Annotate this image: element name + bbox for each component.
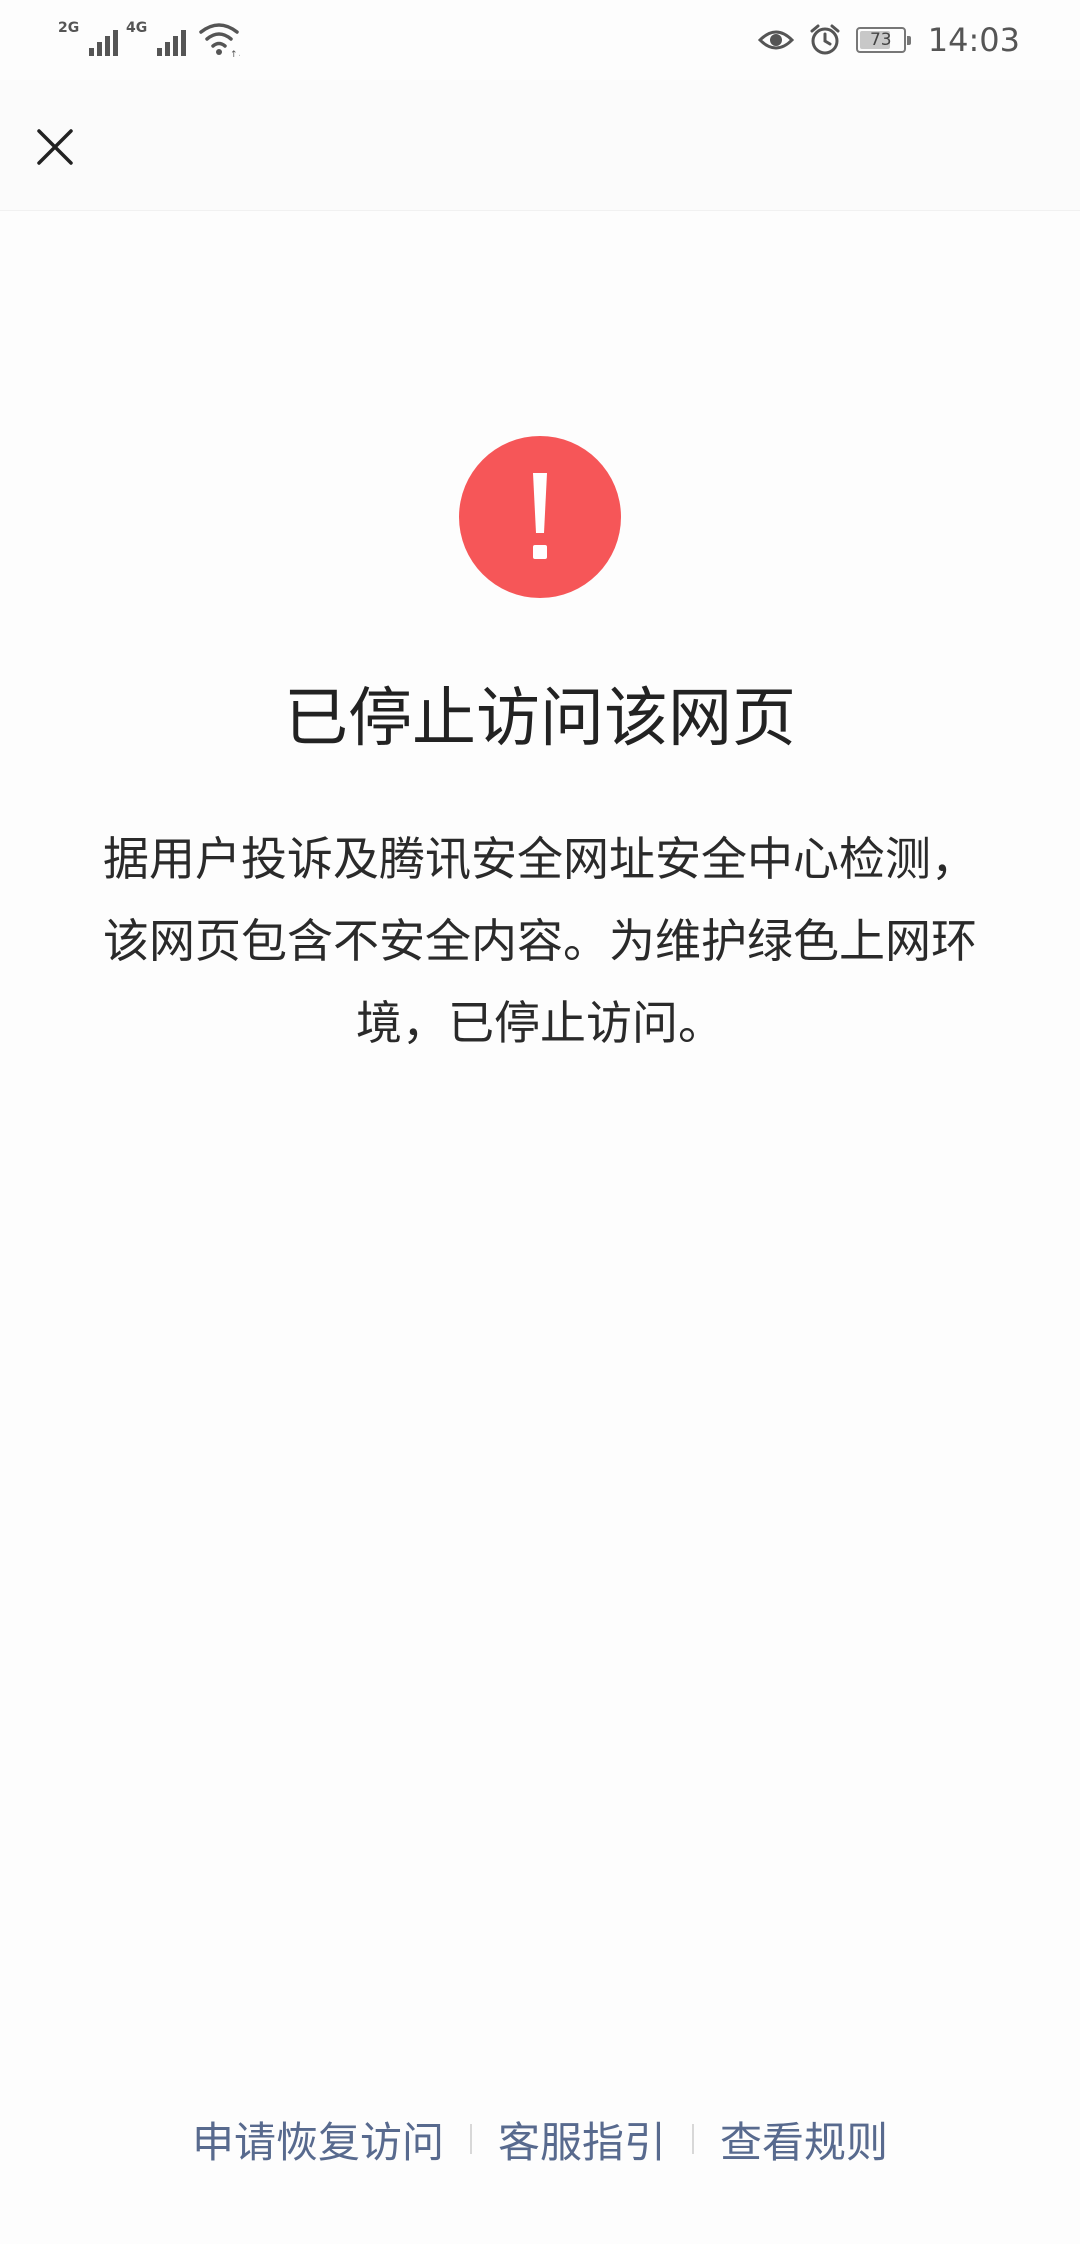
close-button[interactable] (28, 120, 82, 174)
description-text: 据用户投诉及腾讯安全网址安全中心检测，该网页包含不安全内容。为维护绿色上网环境，… (103, 832, 977, 1050)
page: 2G 4G ↑ 73 14:03 已停止访问该网页 据用户投诉及腾讯安全网址安全… (0, 0, 1080, 2244)
page-title: 已停止访问该网页 (284, 682, 796, 756)
battery-level: 73 (869, 30, 892, 50)
nav-bar (0, 80, 1080, 211)
signal-icon: 4G (126, 18, 186, 58)
battery-icon: 73 (855, 27, 911, 53)
status-time: 14:03 (927, 21, 1020, 59)
network-type-2: 4G (126, 20, 148, 36)
eye-icon (757, 30, 794, 50)
status-right: 73 14:03 (757, 18, 1020, 62)
svg-text:↑↓: ↑↓ (230, 50, 240, 58)
footer-links: 申请恢复访问 客服指引 查看规则 (0, 2104, 1080, 2174)
status-left: 2G 4G ↑ (58, 18, 240, 58)
close-icon (37, 129, 73, 165)
customer-service-guide-link[interactable]: 客服指引 (472, 2109, 692, 2170)
request-restore-access-link[interactable]: 申请恢复访问 (166, 2109, 470, 2170)
signal-icon: 2G (58, 18, 118, 58)
exclamation-mark (533, 473, 547, 559)
alarm-icon (810, 24, 840, 55)
wifi-icon: ↑↓ (199, 23, 240, 58)
network-type-1: 2G (58, 20, 80, 36)
exclamation-icon (459, 436, 621, 598)
view-rules-link[interactable]: 查看规则 (694, 2109, 914, 2170)
status-bar: 2G 4G ↑ 73 14:03 (0, 0, 1080, 80)
